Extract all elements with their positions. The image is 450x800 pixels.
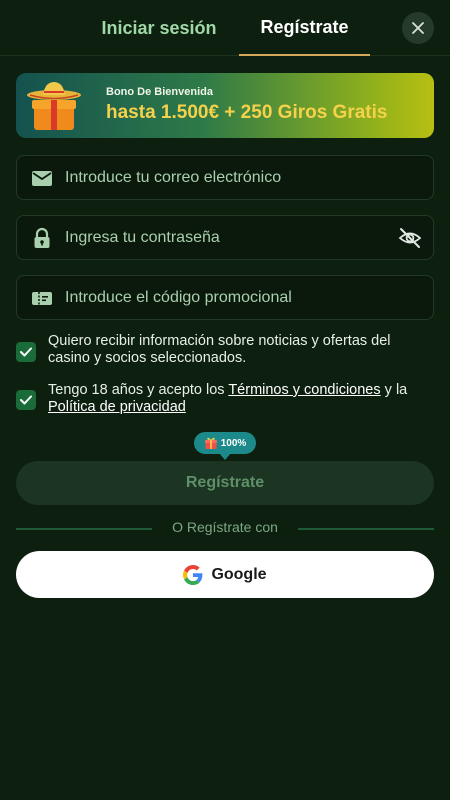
google-icon (183, 564, 203, 585)
google-label: Google (211, 565, 267, 583)
email-input[interactable] (65, 156, 395, 199)
bonus-headline: hasta 1.500€ + 250 Giros Gratis (106, 102, 388, 123)
terms-link[interactable]: Términos y condiciones (228, 382, 380, 398)
email-icon (32, 171, 52, 186)
divider-line-left (16, 528, 152, 530)
auth-tabs: Iniciar sesión Regístrate (0, 0, 450, 56)
divider-line-right (298, 528, 434, 530)
promo-code-field (16, 275, 434, 320)
eye-off-icon[interactable] (397, 225, 423, 251)
welcome-bonus-banner: Bono De Bienvenida hasta 1.500€ + 250 Gi… (16, 73, 434, 138)
news-consent-row: Quiero recibir información sobre noticia… (16, 333, 434, 369)
badge-text: 100% (220, 437, 247, 449)
terms-consent-checkbox[interactable] (16, 390, 36, 410)
ticket-icon (32, 292, 52, 305)
google-signin-button[interactable]: Google (16, 551, 434, 598)
email-field (16, 155, 434, 200)
register-modal: Iniciar sesión Regístrate Bono De Bienve… (0, 0, 450, 800)
close-button[interactable] (402, 12, 434, 44)
divider-text: O Regístrate con (172, 519, 278, 535)
gift-sombrero-icon (27, 82, 81, 130)
bonus-percent-badge: 100% (194, 432, 256, 460)
news-consent-label: Quiero recibir información sobre noticia… (48, 333, 391, 366)
terms-prefix: Tengo 18 años y acepto los (48, 382, 229, 398)
terms-consent-label: Tengo 18 años y acepto los Términos y co… (48, 382, 434, 416)
terms-mid: y la (380, 382, 408, 398)
terms-consent-row: Tengo 18 años y acepto los Términos y co… (16, 382, 434, 418)
password-input[interactable] (65, 216, 395, 259)
news-consent-checkbox[interactable] (16, 342, 36, 362)
privacy-link[interactable]: Política de privacidad (48, 399, 186, 415)
bonus-kicker: Bono De Bienvenida (106, 86, 213, 98)
lock-icon (34, 227, 50, 248)
promo-code-input[interactable] (65, 276, 395, 319)
tab-login[interactable]: Iniciar sesión (80, 0, 238, 56)
check-icon (20, 347, 32, 357)
register-submit-button[interactable]: Regístrate (16, 461, 434, 505)
tab-register[interactable]: Regístrate (239, 0, 370, 56)
password-field (16, 215, 434, 260)
close-icon (412, 22, 424, 34)
gift-icon (204, 437, 217, 449)
social-divider: O Regístrate con (16, 518, 434, 538)
check-icon (20, 395, 32, 405)
